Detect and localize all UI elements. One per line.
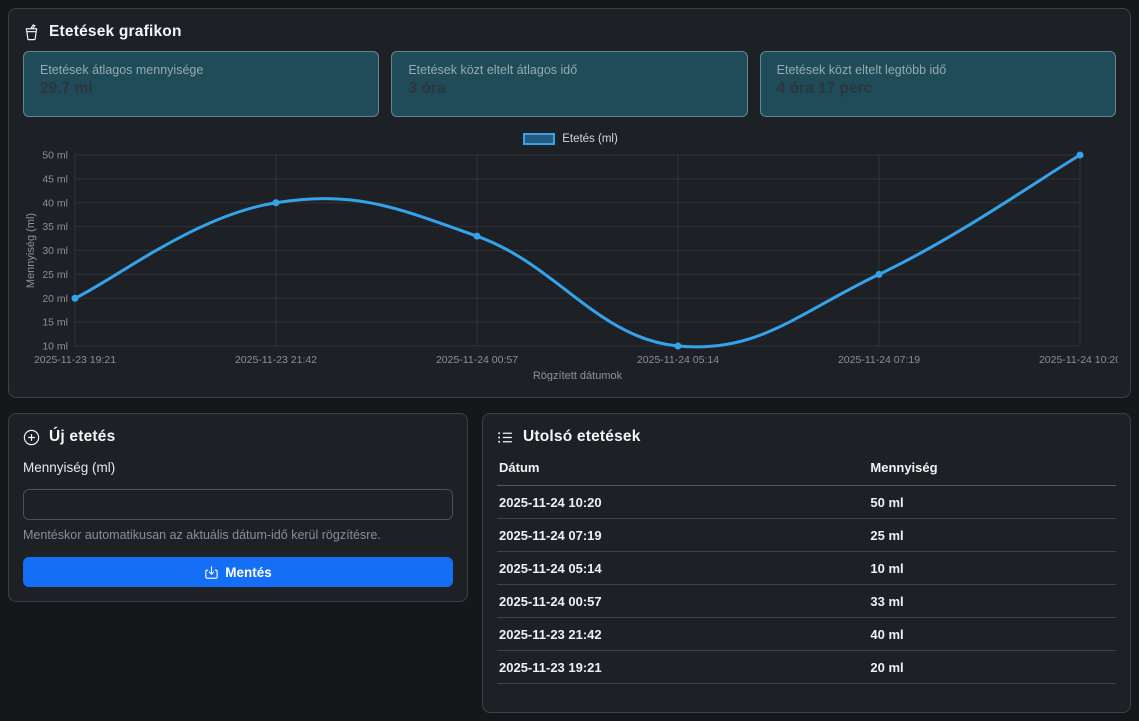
y-tick-label: 25 ml (42, 269, 68, 281)
new-feeding-title: Új etetés (49, 428, 115, 446)
feedings-line-chart[interactable]: Etetés (ml) 10 ml 15 ml 20 ml 25 ml 30 ml 35 … (23, 131, 1118, 381)
column-header-date: Dátum (497, 452, 868, 486)
new-feeding-card: Új etetés Mennyiség (ml) Mentéskor autom… (8, 413, 468, 602)
cell-amount: 40 ml (868, 618, 1116, 651)
helper-text: Mentéskor automatikusan az aktuális dátu… (23, 528, 453, 542)
column-header-amount: Mennyiség (868, 452, 1116, 486)
stat-value: 4 óra 17 perc (777, 80, 1099, 98)
cell-amount: 25 ml (868, 519, 1116, 552)
y-tick-label: 10 ml (42, 341, 68, 353)
table-row: 2025-11-24 10:20 50 ml (497, 486, 1116, 519)
cell-date: 2025-11-24 10:20 (497, 486, 868, 519)
stat-card-average-amount: Etetések átlagos mennyisége 29.7 ml (23, 51, 379, 117)
cell-amount: 50 ml (868, 486, 1116, 519)
cell-date: 2025-11-24 00:57 (497, 585, 868, 618)
table-row: 2025-11-24 00:57 33 ml (497, 585, 1116, 618)
data-point[interactable] (72, 295, 79, 302)
legend-swatch (523, 133, 555, 145)
cup-straw-icon (23, 24, 40, 41)
save-icon (204, 565, 219, 580)
stat-value: 3 óra (408, 80, 730, 98)
y-tick-label: 35 ml (42, 221, 68, 233)
x-axis-title: Rögzített dátumok (533, 370, 623, 381)
y-tick-label: 45 ml (42, 173, 68, 185)
cell-date: 2025-11-23 21:42 (497, 618, 868, 651)
y-tick-label: 40 ml (42, 197, 68, 209)
list-icon (497, 429, 514, 446)
data-point[interactable] (273, 199, 280, 206)
save-button[interactable]: Mentés (23, 557, 453, 587)
x-tick-label: 2025-11-24 07:19 (838, 354, 920, 366)
table-row: 2025-11-23 21:42 40 ml (497, 618, 1116, 651)
stat-label: Etetések közt eltelt átlagos idő (408, 63, 730, 77)
data-point[interactable] (474, 233, 481, 240)
x-tick-label: 2025-11-23 19:21 (34, 354, 116, 366)
stat-label: Etetések közt eltelt legtöbb idő (777, 63, 1099, 77)
stat-value: 29.7 ml (40, 80, 362, 98)
x-tick-label: 2025-11-24 00:57 (436, 354, 518, 366)
amount-input[interactable] (23, 489, 453, 520)
x-tick-label: 2025-11-23 21:42 (235, 354, 317, 366)
cell-date: 2025-11-24 05:14 (497, 552, 868, 585)
stat-card-longest-interval: Etetések közt eltelt legtöbb idő 4 óra 1… (760, 51, 1116, 117)
cell-amount: 33 ml (868, 585, 1116, 618)
feedings-chart-card: Etetések grafikon Etetések átlagos menny… (8, 8, 1131, 398)
cell-amount: 10 ml (868, 552, 1116, 585)
x-tick-label: 2025-11-24 10:20 (1039, 354, 1118, 366)
y-tick-label: 15 ml (42, 317, 68, 329)
stat-card-average-interval: Etetések közt eltelt átlagos idő 3 óra (391, 51, 747, 117)
cell-amount: 20 ml (868, 651, 1116, 684)
chart-card-title: Etetések grafikon (49, 23, 182, 41)
data-point[interactable] (1077, 152, 1084, 159)
cell-date: 2025-11-24 07:19 (497, 519, 868, 552)
chart-legend-item[interactable]: Etetés (ml) (23, 131, 1118, 147)
x-tick-label: 2025-11-24 05:14 (637, 354, 719, 366)
y-tick-label: 30 ml (42, 245, 68, 257)
table-row: 2025-11-23 19:21 20 ml (497, 651, 1116, 684)
feedings-table: Dátum Mennyiség 2025-11-24 10:20 50 ml 2… (497, 452, 1116, 684)
cell-date: 2025-11-23 19:21 (497, 651, 868, 684)
chart-plot-area[interactable]: 10 ml 15 ml 20 ml 25 ml 30 ml 35 ml 40 ml 45 ml… (23, 151, 1118, 381)
save-button-label: Mentés (225, 565, 272, 580)
data-point[interactable] (876, 271, 883, 278)
y-tick-label: 50 ml (42, 151, 68, 162)
table-row: 2025-11-24 07:19 25 ml (497, 519, 1116, 552)
stat-label: Etetések átlagos mennyisége (40, 63, 362, 77)
last-feedings-title: Utolsó etetések (523, 428, 641, 446)
legend-label: Etetés (ml) (562, 133, 618, 145)
table-row: 2025-11-24 05:14 10 ml (497, 552, 1116, 585)
plus-circle-icon (23, 429, 40, 446)
y-axis-title: Mennyiség (ml) (25, 213, 37, 288)
amount-label: Mennyiség (ml) (23, 460, 453, 475)
y-tick-label: 20 ml (42, 293, 68, 305)
stats-row: Etetések átlagos mennyisége 29.7 ml Etet… (23, 51, 1116, 117)
last-feedings-card: Utolsó etetések Dátum Mennyiség 2025-11-… (482, 413, 1131, 713)
data-point[interactable] (675, 343, 682, 350)
